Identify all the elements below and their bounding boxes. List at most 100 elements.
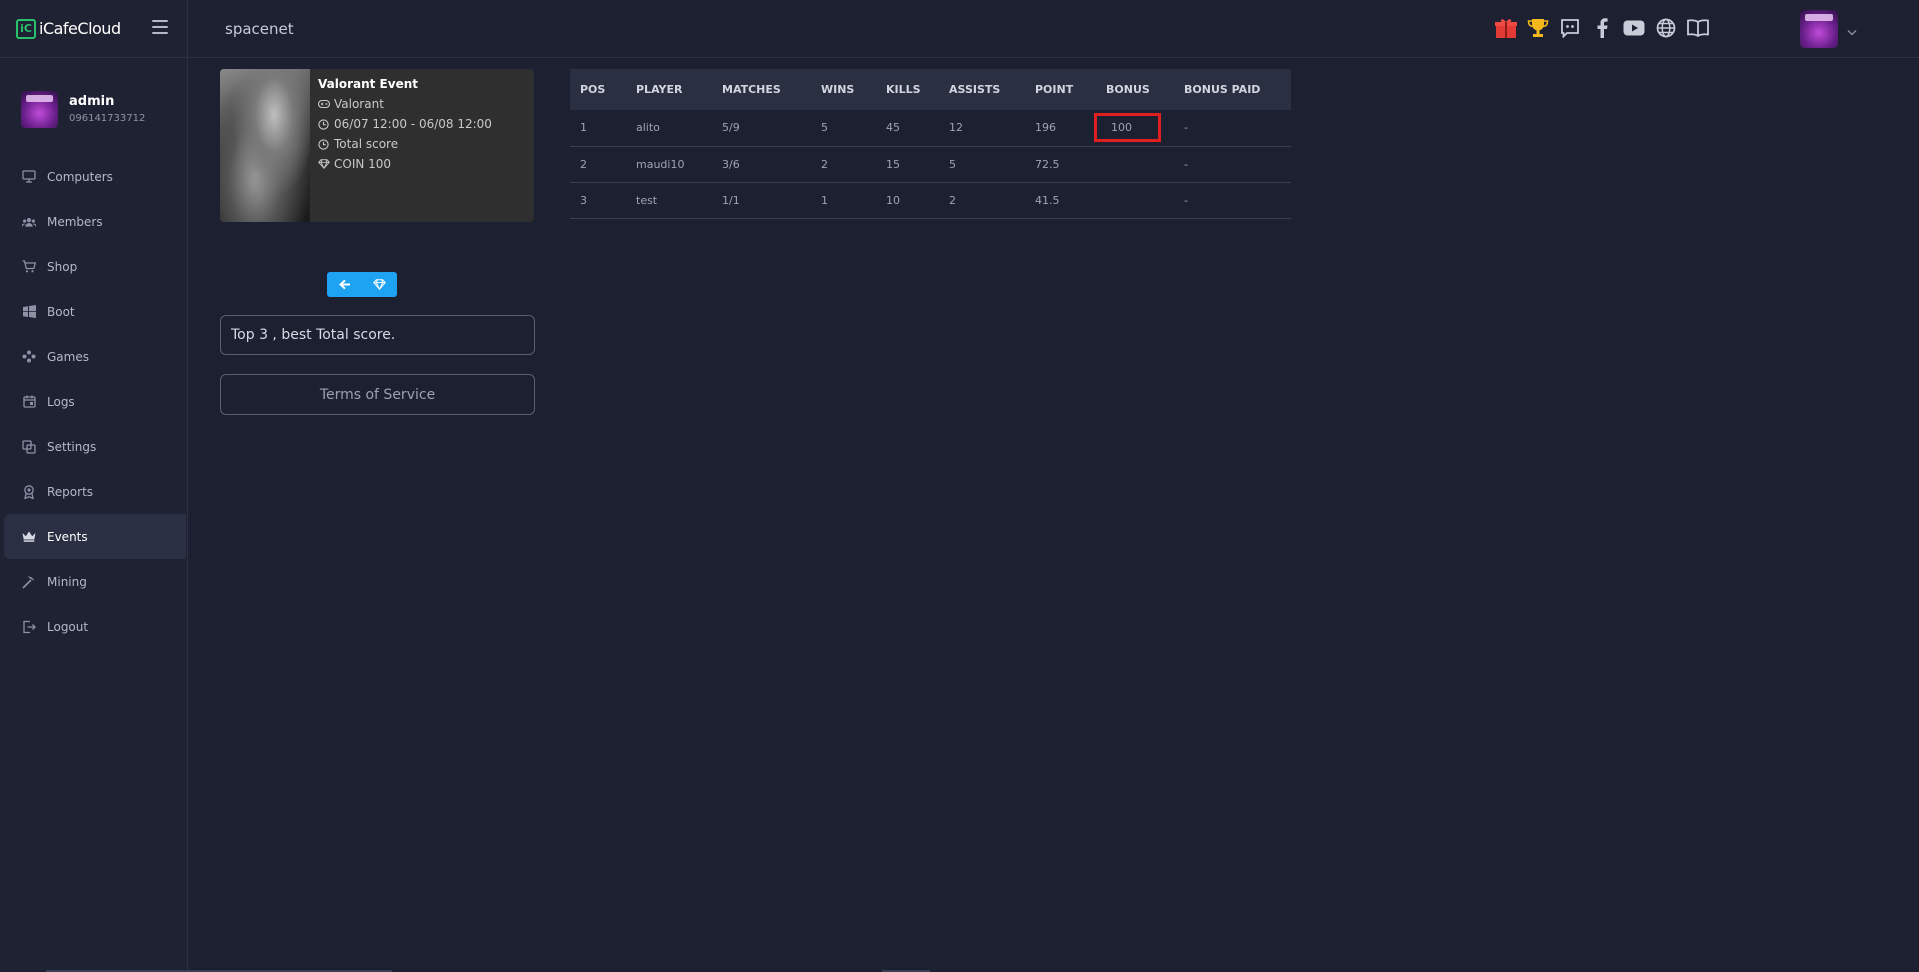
globe-icon[interactable] xyxy=(1654,16,1677,39)
cell-player: maudi10 xyxy=(636,157,685,171)
column-header-point: POINT xyxy=(1035,83,1074,96)
gift-icon[interactable] xyxy=(1494,16,1517,39)
cell-pos: 2 xyxy=(580,157,587,171)
chevron-down-icon[interactable] xyxy=(1847,21,1857,40)
event-image xyxy=(220,69,310,222)
top-bar: spacenet xyxy=(188,0,1919,58)
site-name: spacenet xyxy=(225,19,294,38)
cell-point: 196 xyxy=(1035,121,1056,135)
youtube-icon[interactable] xyxy=(1622,16,1645,39)
trophy-icon[interactable] xyxy=(1526,16,1549,39)
column-header-kills: KILLS xyxy=(886,83,921,96)
sidebar-item-label: Boot xyxy=(47,304,75,319)
gamepad-icon xyxy=(22,350,36,364)
settings-icon xyxy=(22,439,36,454)
sidebar-item-label: Members xyxy=(47,214,103,229)
gamepad-icon xyxy=(318,100,331,108)
cell-assists: 2 xyxy=(949,193,956,207)
cell-bonus[interactable] xyxy=(1096,182,1174,218)
facebook-icon[interactable] xyxy=(1590,16,1613,39)
terms-of-service-button[interactable]: Terms of Service xyxy=(220,374,535,415)
sidebar-item-reports[interactable]: Reports xyxy=(0,469,186,514)
clock-icon xyxy=(318,118,331,130)
user-phone: 096141733712 xyxy=(69,113,146,124)
cell-wins: 5 xyxy=(821,121,828,135)
sidebar-item-label: Events xyxy=(47,529,88,544)
user-profile[interactable]: admin 096141733712 xyxy=(0,58,187,142)
event-scoring: Total score xyxy=(318,134,492,154)
pickaxe-icon xyxy=(22,575,36,589)
sidebar-item-logs[interactable]: Logs xyxy=(0,379,186,424)
table-row: 3 test 1/1 1 10 2 41.5 - xyxy=(570,182,1291,218)
prize-button[interactable] xyxy=(362,272,397,297)
account-avatar[interactable] xyxy=(1800,10,1838,48)
logout-icon xyxy=(22,620,36,634)
cell-bonus[interactable] xyxy=(1096,146,1174,182)
cell-point: 41.5 xyxy=(1035,193,1060,207)
top-icon-bar xyxy=(1494,16,1709,39)
event-prize: COIN 100 xyxy=(318,154,492,174)
diamond-icon xyxy=(373,275,386,294)
cart-icon xyxy=(22,260,36,274)
cell-player: test xyxy=(636,193,658,207)
cell-kills: 15 xyxy=(886,157,900,171)
cell-pos: 3 xyxy=(580,193,587,207)
leaderboard-table: POS PLAYER MATCHES WINS KILLS ASSISTS PO… xyxy=(570,69,1291,219)
cell-bonus[interactable]: 100 xyxy=(1094,110,1174,146)
cell-bonus-paid: - xyxy=(1184,157,1188,171)
user-name: admin xyxy=(69,94,115,109)
sidebar-item-mining[interactable]: Mining xyxy=(0,559,186,604)
brand-name: iCafeCloud xyxy=(39,19,121,38)
cell-matches: 5/9 xyxy=(722,121,740,135)
sidebar-nav: Computers Members Shop Boot Games Logs S… xyxy=(0,154,187,649)
brand-logo-icon: iC xyxy=(16,18,36,39)
sidebar-item-members[interactable]: Members xyxy=(0,199,186,244)
sidebar-item-label: Computers xyxy=(47,169,113,184)
cell-matches: 1/1 xyxy=(722,193,740,207)
sidebar-item-label: Mining xyxy=(47,574,87,589)
bonus-value-highlighted[interactable]: 100 xyxy=(1094,113,1161,143)
cell-assists: 12 xyxy=(949,121,963,135)
column-header-pos: POS xyxy=(580,83,606,96)
column-header-player: PLAYER xyxy=(636,83,683,96)
cell-player: alito xyxy=(636,121,660,135)
sidebar-item-label: Logs xyxy=(47,394,75,409)
question-circle-icon xyxy=(318,138,331,150)
book-icon[interactable] xyxy=(1686,16,1709,39)
sidebar-item-games[interactable]: Games xyxy=(0,334,186,379)
cell-assists: 5 xyxy=(949,157,956,171)
cell-bonus-paid: - xyxy=(1184,121,1188,135)
event-card: Valorant Event Valorant 06/07 12:00 - 06… xyxy=(220,69,534,222)
sidebar-item-events[interactable]: Events xyxy=(4,514,186,559)
column-header-bonus: BONUS xyxy=(1106,83,1150,96)
cell-matches: 3/6 xyxy=(722,157,740,171)
sidebar-item-label: Logout xyxy=(47,619,89,634)
column-header-wins: WINS xyxy=(821,83,855,96)
back-button[interactable] xyxy=(327,272,362,297)
cell-kills: 10 xyxy=(886,193,900,207)
sidebar-item-shop[interactable]: Shop xyxy=(0,244,186,289)
event-action-buttons xyxy=(327,272,397,297)
sidebar-item-label: Reports xyxy=(47,484,94,499)
cell-kills: 45 xyxy=(886,121,900,135)
cell-pos: 1 xyxy=(580,121,587,135)
avatar xyxy=(21,90,58,128)
event-game: Valorant xyxy=(318,94,492,114)
sidebar-item-label: Games xyxy=(47,349,89,364)
menu-toggle-icon[interactable] xyxy=(152,20,168,34)
sidebar-item-computers[interactable]: Computers xyxy=(0,154,186,199)
sidebar-item-logout[interactable]: Logout xyxy=(0,604,186,649)
discord-icon[interactable] xyxy=(1558,16,1581,39)
event-period: 06/07 12:00 - 06/08 12:00 xyxy=(318,114,492,134)
sidebar-item-boot[interactable]: Boot xyxy=(0,289,186,334)
sidebar-item-label: Settings xyxy=(47,439,97,454)
cell-wins: 2 xyxy=(821,157,828,171)
sidebar-item-settings[interactable]: Settings xyxy=(0,424,186,469)
event-title: Valorant Event xyxy=(318,77,418,91)
cell-wins: 1 xyxy=(821,193,828,207)
arrow-left-icon xyxy=(338,275,351,294)
windows-icon xyxy=(22,305,36,319)
award-icon xyxy=(22,484,36,499)
monitor-icon xyxy=(22,170,36,184)
table-header-row: POS PLAYER MATCHES WINS KILLS ASSISTS PO… xyxy=(570,69,1291,110)
